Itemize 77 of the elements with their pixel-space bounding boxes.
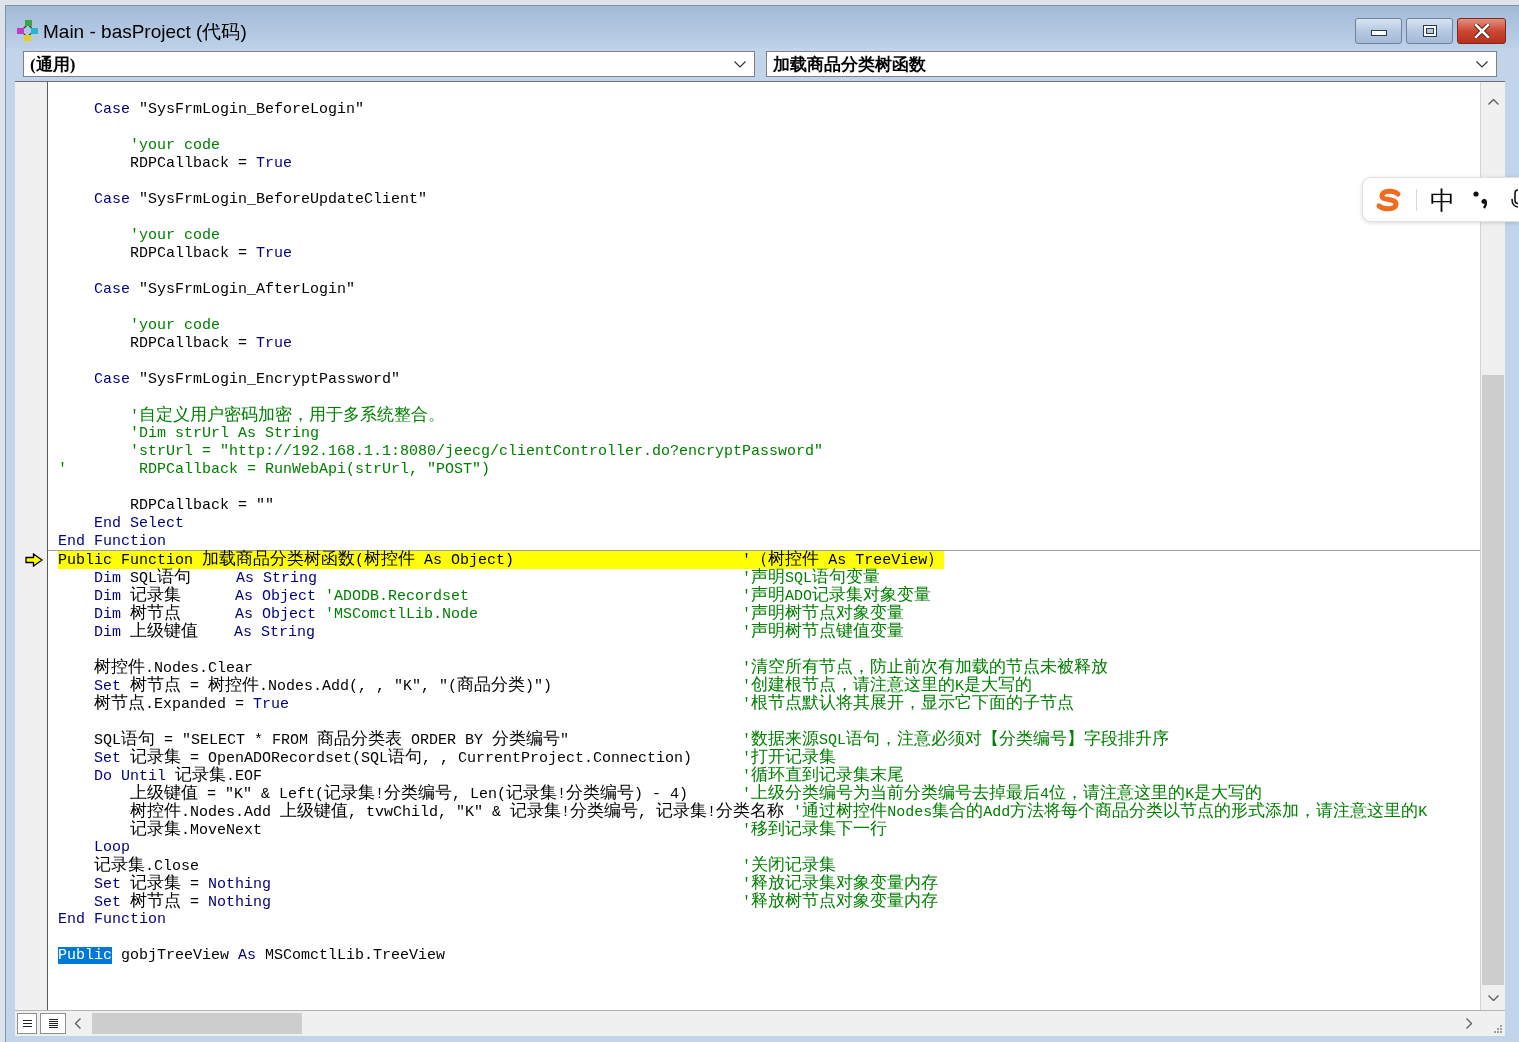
code-line: 树控件.Nodes.Add 上级键值, tvwChild, "K" & 记录集!分类编号, 记录集!分类名称	[130, 803, 785, 821]
code-line: Dim 树节点 As Object 'MSComctlLib.Node	[94, 605, 479, 623]
code-comment: '声明ADO记录集对象变量	[742, 587, 932, 605]
code-line: SQL语句 = "SELECT * FROM 商品分类表 ORDER BY 分类编号"	[94, 731, 570, 749]
code-line: Set 树节点 = 树控件.Nodes.Add(, , "K", "(商品分类)")	[94, 677, 553, 695]
code-line: Do Until 记录集.EOF	[94, 767, 263, 785]
scrollbar-thumb[interactable]	[92, 1013, 302, 1034]
vertical-scrollbar[interactable]	[1480, 82, 1505, 1010]
code-line: 上级键值 = "K" & Left(记录集!分类编号, Len(记录集!分类编号) - 4)	[130, 785, 689, 803]
close-button[interactable]	[1457, 18, 1506, 44]
caret-icon	[734, 60, 746, 68]
window-title: Main - basProject (代码)	[43, 20, 247, 44]
code-line: RDPCallback = ""	[130, 497, 275, 515]
code-line: Set 记录集 = OpenADORecordset(SQL语句, , CurrentProject.Connection)	[94, 749, 693, 767]
minimize-icon	[1370, 30, 1387, 36]
code-comment: '（树控件 As TreeView）	[742, 551, 945, 569]
code-line: 树节点.Expanded = True	[94, 695, 290, 713]
chevron-left-icon	[74, 1018, 81, 1029]
code-line: 树控件.Nodes.Clear	[94, 659, 254, 677]
code-line: ' RDPCallback = RunWebApi(strUrl, "POST")	[58, 461, 491, 479]
code-comment: '释放树节点对象变量内存	[742, 893, 939, 911]
microphone-icon[interactable]	[1511, 188, 1518, 211]
code-line: 记录集.MoveNext	[130, 821, 262, 839]
lines-icon	[22, 1019, 32, 1028]
code-line: Loop	[94, 839, 130, 856]
code-line: Case "SysFrmLogin_BeforeUpdateClient"	[94, 191, 428, 209]
code-line: Case "SysFrmLogin_EncryptPassword"	[94, 371, 401, 389]
resize-grip-icon[interactable]	[1493, 1024, 1502, 1033]
code-line: End Function	[58, 911, 167, 929]
code-comment: '关闭记录集	[742, 857, 837, 875]
chevron-right-icon	[1465, 1018, 1472, 1029]
code-comment: '循环直到记录集末尾	[742, 767, 905, 785]
code-line: '自定义用户密码加密，用于多系统整合。	[130, 407, 445, 425]
code-line: Set 记录集 = Nothing	[94, 875, 272, 893]
maximize-button[interactable]	[1406, 18, 1453, 44]
code-line: Case "SysFrmLogin_BeforeLogin"	[94, 101, 365, 119]
code-comment: '移到记录集下一行	[742, 821, 888, 839]
code-line: RDPCallback = True	[130, 245, 293, 263]
scrollbar-thumb[interactable]	[1482, 375, 1504, 985]
code-line: End Select	[94, 515, 184, 533]
code-line: Set 树节点 = Nothing	[94, 893, 272, 911]
code-line: 'your code	[130, 227, 220, 245]
code-line: Dim 上级键值 As String	[94, 623, 316, 641]
code-line: 'your code	[130, 137, 220, 155]
code-line: 'strUrl = "http://192.168.1.1:8080/jeecg/clientController.do?encryptPassword"	[130, 443, 824, 461]
procedure-dropdown[interactable]: 加载商品分类树函数	[766, 51, 1497, 77]
code-comment: '清空所有节点，防止前次有加载的节点未被释放	[742, 659, 1109, 677]
object-dropdown[interactable]: (通用)	[23, 51, 755, 77]
minimize-button[interactable]	[1355, 18, 1402, 44]
code-line: RDPCallback = True	[130, 335, 293, 353]
code-line: 记录集.Close	[94, 857, 199, 875]
module-icon	[17, 20, 38, 41]
view-button[interactable]	[40, 1013, 66, 1034]
maximize-icon	[1422, 25, 1437, 37]
code-line: 'your code	[130, 317, 220, 335]
chevron-down-icon	[1487, 994, 1499, 1001]
input-mode-toggle[interactable]: 中	[1430, 184, 1455, 215]
chevron-up-icon	[1487, 99, 1499, 105]
code-comment: '声明SQL语句变量	[742, 569, 881, 587]
code-comment: '释放记录集对象变量内存	[742, 875, 939, 893]
code-line: Dim 记录集 As Object 'ADODB.Recordset	[94, 587, 470, 605]
code-comment: '上级分类编号为当前分类编号去掉最后4位，请注意这里的K是大写的	[742, 785, 1263, 803]
caret-icon	[1476, 60, 1488, 68]
code-line: End Function	[58, 533, 167, 551]
code-line: Case "SysFrmLogin_AfterLogin"	[94, 281, 356, 299]
code-comment: '打开记录集	[742, 749, 837, 767]
punctuation-icon[interactable]	[1473, 190, 1487, 209]
code-line: Dim SQL语句 As String	[94, 569, 318, 587]
lines-icon	[48, 1019, 58, 1028]
code-line: RDPCallback = True	[130, 155, 293, 173]
logo-icon[interactable]	[1375, 187, 1403, 212]
view-button[interactable]	[17, 1013, 37, 1034]
code-comment: '数据来源SQL语句，注意必须对【分类编号】字段排升序	[742, 731, 1170, 749]
code-line: Public Function 加载商品分类树函数(树控件 As Object)	[58, 551, 515, 569]
close-icon	[1473, 24, 1490, 38]
code-line: Public gobjTreeView As MSComctlLib.TreeView	[58, 947, 446, 965]
code-line: 'Dim strUrl As String	[130, 425, 320, 443]
